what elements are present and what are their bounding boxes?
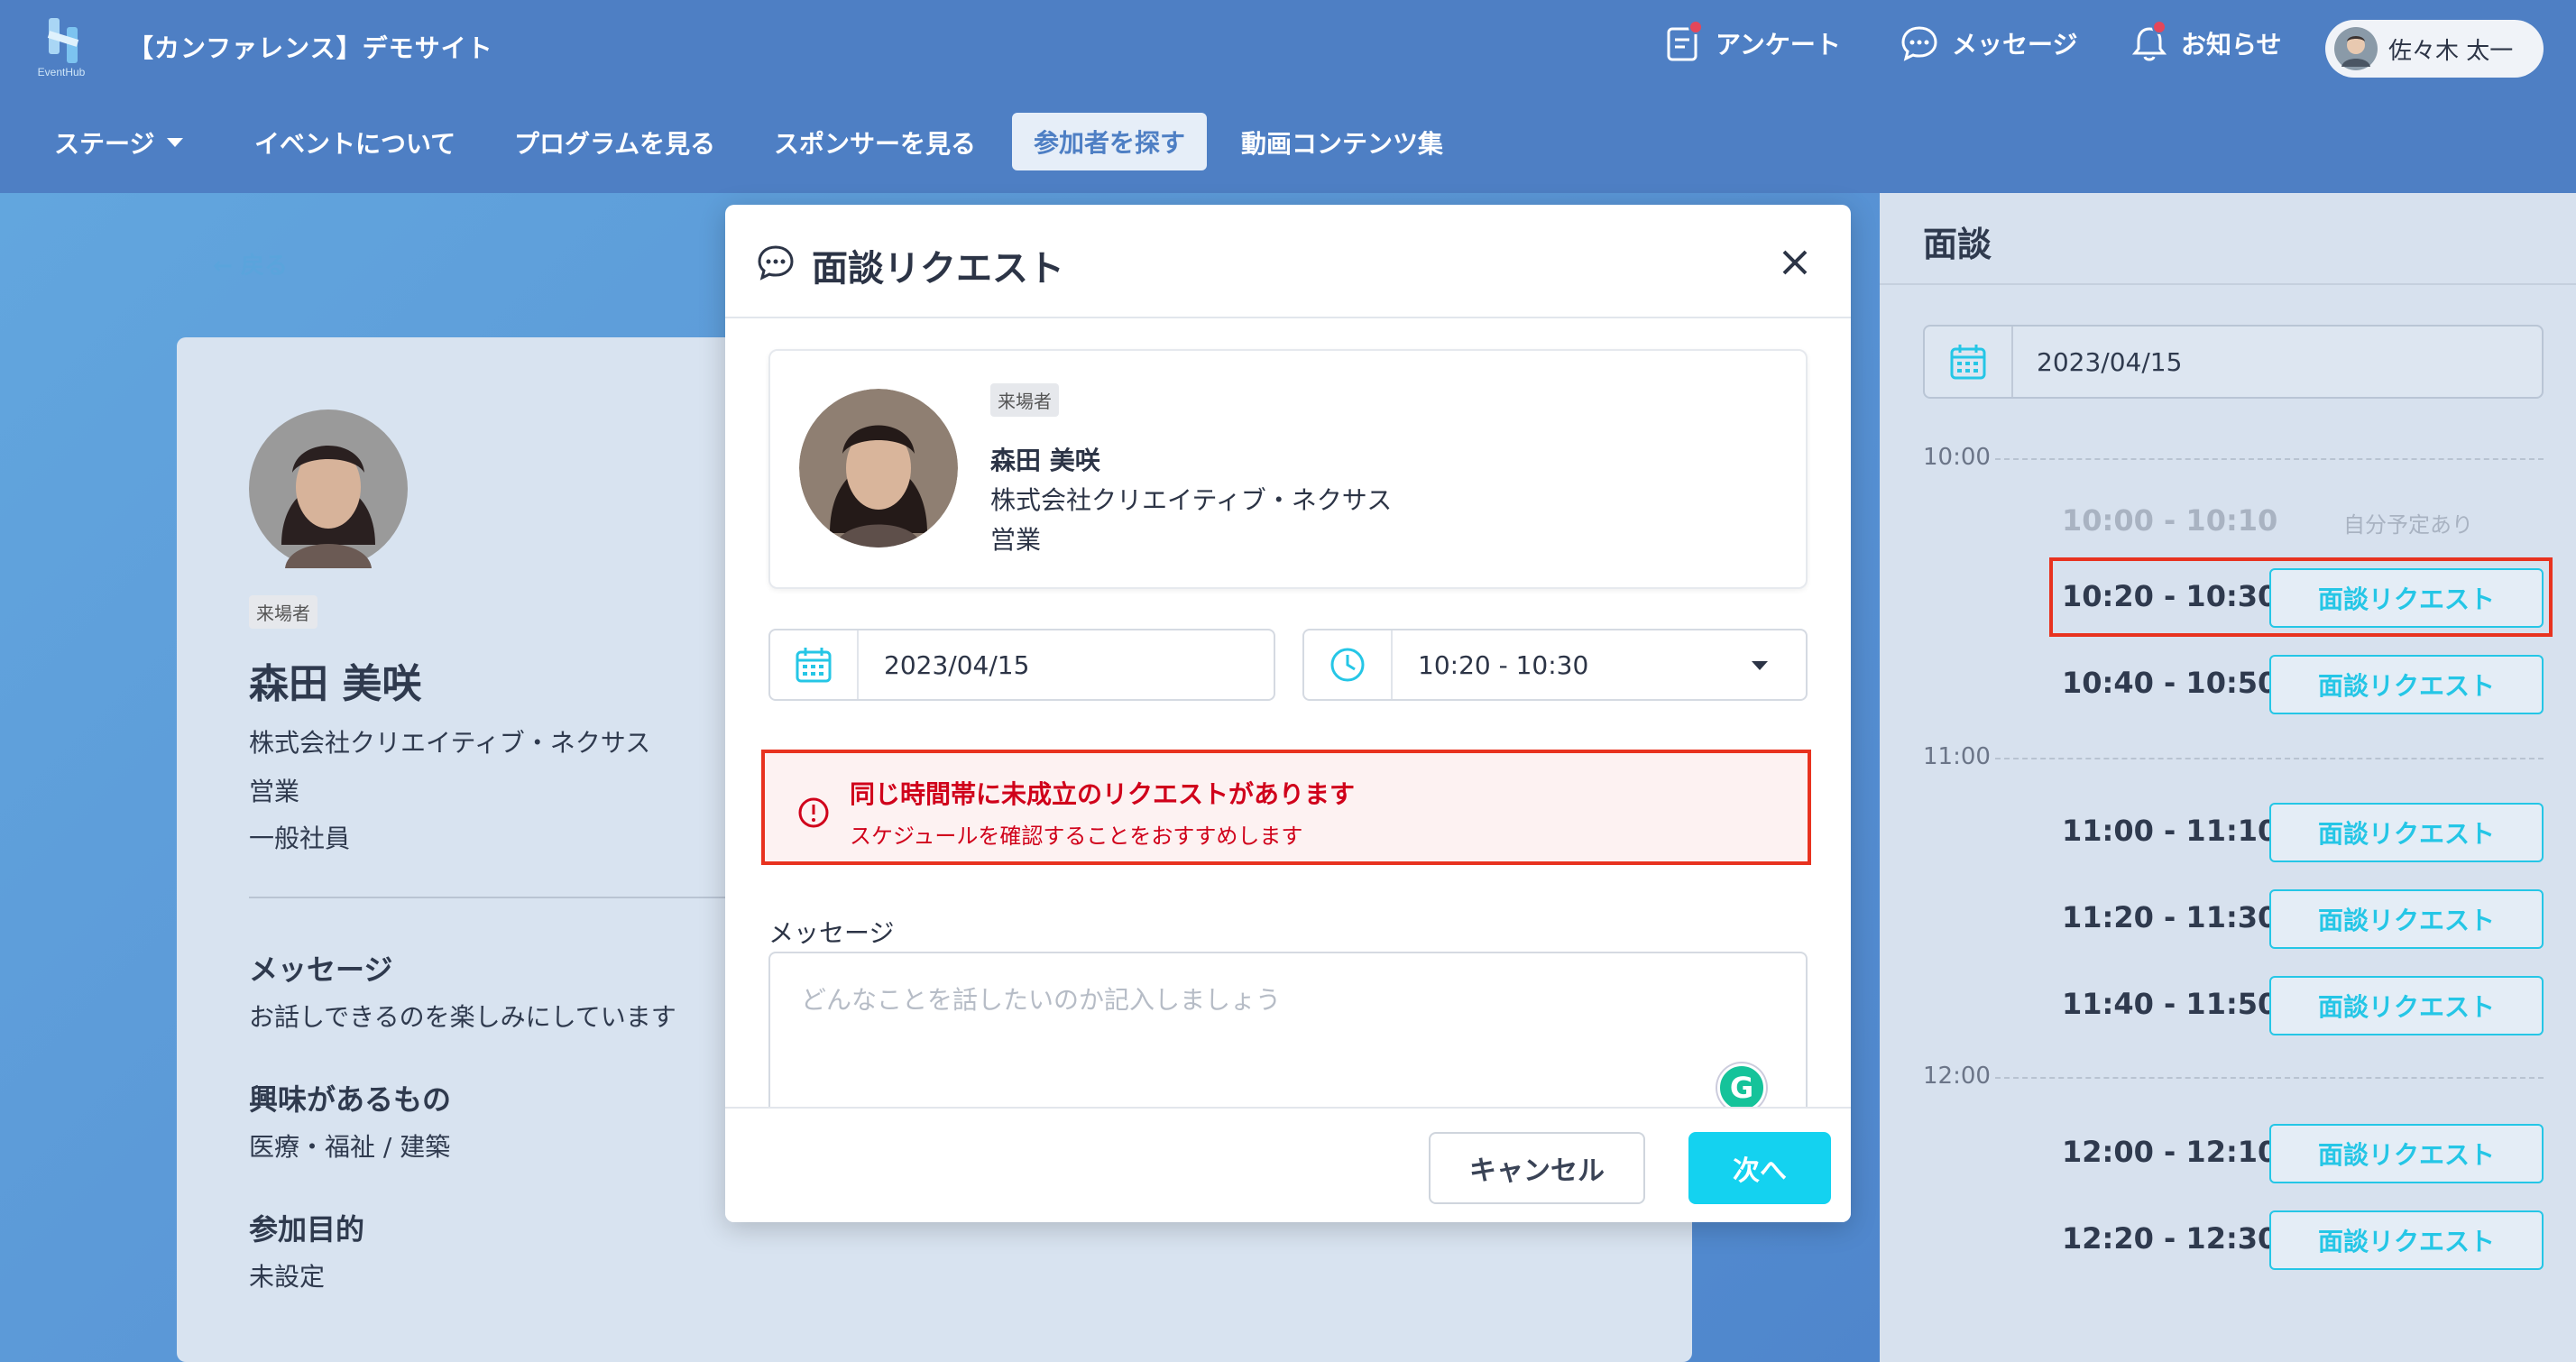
slot-time: 11:40 - 11:50 — [2062, 987, 2278, 1021]
time-select[interactable]: 10:20 - 10:30 — [1302, 629, 1808, 701]
svg-text:EventHub: EventHub — [38, 66, 86, 78]
calendar-icon — [796, 648, 832, 683]
warning-title: 同じ時間帯に未成立のリクエストがあります — [850, 779, 1356, 809]
notifications-label: お知らせ — [2181, 30, 2282, 60]
meeting-request-modal: 面談リクエスト 来場者 森田 美咲 株式会社クリエイティブ・ネクサス 営業 20… — [725, 205, 1851, 1222]
slot-time: 11:00 - 11:10 — [2062, 814, 2278, 848]
back-link[interactable]: ← 戻る — [213, 247, 288, 281]
meeting-request-button[interactable]: 面談リクエスト — [2269, 1210, 2544, 1270]
nav-about[interactable]: イベントについて — [254, 124, 455, 161]
hour-divider — [1995, 758, 2544, 759]
notifications-dot — [2152, 20, 2167, 34]
nav-program[interactable]: プログラムを見る — [514, 124, 715, 161]
profile-avatar — [249, 410, 408, 568]
slot-time: 10:00 - 10:10 — [2062, 503, 2278, 538]
meeting-request-button[interactable]: 面談リクエスト — [2269, 976, 2544, 1035]
message-text: お話しできるのを楽しみにしています — [249, 1002, 676, 1032]
person-card: 来場者 森田 美咲 株式会社クリエイティブ・ネクサス 営業 — [768, 349, 1808, 589]
warning-subtitle: スケジュールを確認することをおすすめします — [850, 824, 1303, 849]
slot-time: 10:40 - 10:50 — [2062, 666, 2278, 700]
site-title: 【カンファレンス】デモサイト — [128, 33, 493, 63]
profile-company: 株式会社クリエイティブ・ネクサス — [249, 728, 651, 758]
close-icon[interactable] — [1777, 244, 1813, 281]
interests-text: 医療・福祉 / 建築 — [249, 1132, 451, 1162]
caret-down-icon — [1752, 661, 1768, 670]
user-menu[interactable]: 佐々木 太一 — [2325, 20, 2544, 78]
cancel-button[interactable]: キャンセル — [1429, 1132, 1645, 1204]
profile-tag: 来場者 — [249, 595, 317, 629]
caret-down-icon — [167, 138, 184, 147]
chat-bubble-icon — [758, 245, 794, 281]
modal-footer: キャンセル 次へ — [725, 1107, 1851, 1222]
messages-link[interactable]: メッセージ — [1900, 23, 2077, 63]
grammarly-icon[interactable]: G — [1717, 1063, 1766, 1112]
meeting-request-button[interactable]: 面談リクエスト — [2269, 655, 2544, 714]
meeting-request-button[interactable]: 面談リクエスト — [2269, 889, 2544, 949]
slot-time: 12:20 - 12:30 — [2062, 1221, 2278, 1256]
hour-divider — [1995, 458, 2544, 460]
modal-title: 面談リクエスト — [812, 248, 1064, 290]
notifications-link[interactable]: お知らせ — [2130, 20, 2282, 63]
profile-name: 森田 美咲 — [249, 661, 422, 707]
nav-stage[interactable]: ステージ — [54, 124, 185, 161]
person-company: 株式会社クリエイティブ・ネクサス — [990, 485, 1393, 515]
side-panel-divider — [1880, 283, 2576, 285]
chat-bubble-icon — [1901, 26, 1937, 61]
eventhub-logo[interactable]: EventHub — [29, 16, 128, 81]
alert-circle-icon — [798, 797, 829, 828]
side-date-value: 2023/04/15 — [2037, 346, 2183, 377]
hour-divider — [1995, 1077, 2544, 1079]
hour-label: 10:00 — [1923, 444, 1991, 471]
purpose-text: 未設定 — [249, 1262, 326, 1292]
side-panel-title: 面談 — [1923, 225, 1992, 264]
messages-label: メッセージ — [1952, 30, 2078, 60]
next-button[interactable]: 次へ — [1688, 1132, 1831, 1204]
hour-label: 11:00 — [1923, 743, 1991, 770]
interests-heading: 興味があるもの — [249, 1082, 452, 1117]
date-value: 2023/04/15 — [884, 649, 1030, 680]
survey-notification-dot — [1688, 20, 1703, 34]
person-avatar — [799, 389, 958, 548]
date-field[interactable]: 2023/04/15 — [768, 629, 1275, 701]
nav-sponsors[interactable]: スポンサーを見る — [774, 124, 976, 161]
profile-department: 営業 — [249, 777, 300, 806]
survey-label: アンケート — [1716, 30, 1841, 60]
purpose-heading: 参加目的 — [249, 1212, 365, 1247]
calendar-icon — [1950, 345, 1986, 380]
profile-position: 一般社員 — [249, 824, 351, 853]
message-textarea[interactable] — [768, 952, 1808, 1132]
slot-time: 11:20 - 11:30 — [2062, 900, 2278, 934]
person-name: 森田 美咲 — [990, 446, 1100, 475]
meeting-request-button[interactable]: 面談リクエスト — [2269, 1124, 2544, 1183]
logo-mark-icon: EventHub — [38, 18, 86, 78]
conflict-warning: 同じ時間帯に未成立のリクエストがあります スケジュールを確認することをおすすめし… — [761, 750, 1811, 865]
selected-slot-highlight — [2049, 557, 2553, 637]
message-label: メッセージ — [768, 918, 895, 948]
nav-stage-label: ステージ — [54, 129, 155, 159]
person-tag: 来場者 — [990, 383, 1059, 417]
side-date-picker[interactable]: 2023/04/15 — [1923, 325, 2544, 399]
time-value: 10:20 - 10:30 — [1418, 649, 1589, 680]
nav-videos[interactable]: 動画コンテンツ集 — [1241, 124, 1443, 161]
user-avatar — [2334, 27, 2378, 70]
slot-time: 12:00 - 12:10 — [2062, 1135, 2278, 1169]
message-heading: メッセージ — [249, 952, 393, 987]
user-name: 佐々木 太一 — [2388, 37, 2514, 65]
person-department: 営業 — [990, 525, 1042, 555]
slot-busy-status: 自分予定あり — [2343, 512, 2473, 538]
nav-participants[interactable]: 参加者を探す — [1012, 113, 1207, 170]
hour-label: 12:00 — [1923, 1063, 1991, 1090]
modal-header: 面談リクエスト — [725, 205, 1851, 318]
clock-icon — [1330, 648, 1365, 682]
survey-link[interactable]: アンケート — [1665, 20, 1841, 63]
meeting-request-button[interactable]: 面談リクエスト — [2269, 803, 2544, 862]
